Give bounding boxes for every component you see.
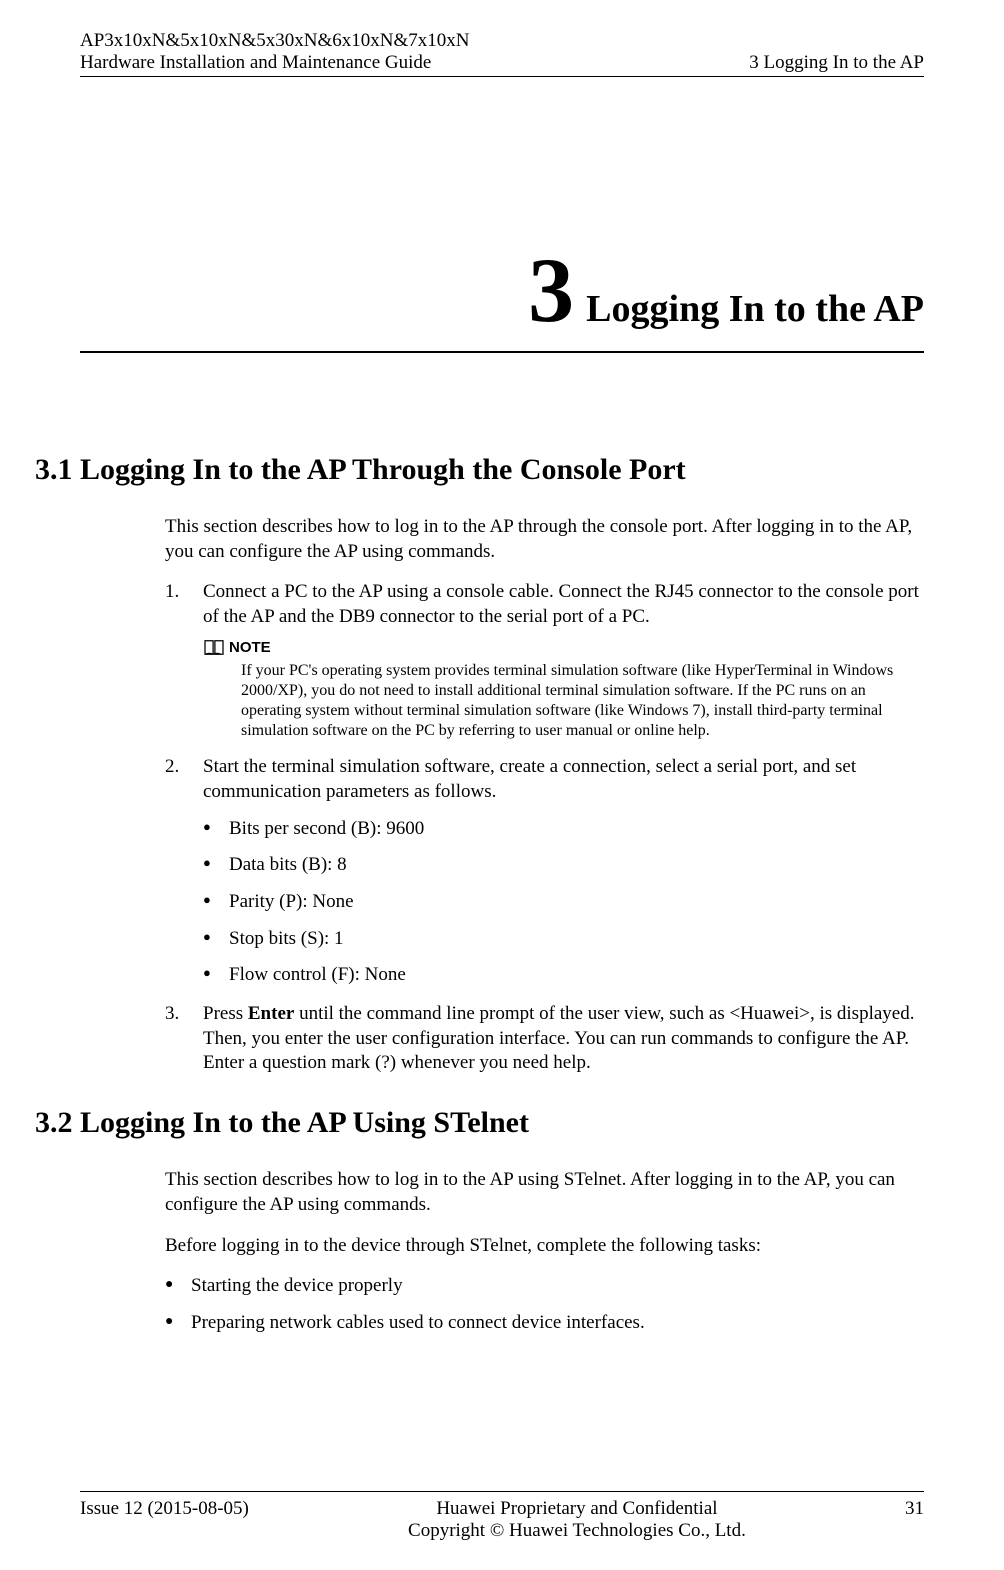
param-parity: Parity (P): None [203,890,924,915]
param-bits-per-second: Bits per second (B): 9600 [203,817,924,842]
note-row: NOTE [203,638,924,658]
header-left: AP3x10xN&5x10xN&5x30xN&6x10xN&7x10xN Har… [80,30,470,74]
step-2: 2. Start the terminal simulation softwar… [165,755,924,988]
step-3-number: 3. [165,1002,179,1027]
step-3-pre: Press [203,1003,248,1024]
step-3: 3. Press Enter until the command line pr… [165,1002,924,1076]
footer-center: Huawei Proprietary and Confidential Copy… [249,1498,905,1542]
section-3-1-steps: 1. Connect a PC to the AP using a consol… [165,580,924,1076]
param-flow-control: Flow control (F): None [203,963,924,988]
footer-copyright: Copyright © Huawei Technologies Co., Ltd… [249,1520,905,1542]
step-3-bold: Enter [248,1003,294,1024]
param-stop-bits: Stop bits (S): 1 [203,927,924,952]
section-3-1-body: This section describes how to log in to … [165,515,924,1076]
step-1-text: Connect a PC to the AP using a console c… [203,581,919,627]
pretask-2: Preparing network cables used to connect… [165,1311,924,1336]
chapter-title-text: Logging In to the AP [586,288,924,330]
note-label: NOTE [229,638,271,658]
footer-page-number: 31 [905,1498,924,1520]
chapter-title: 3 Logging In to the AP [80,237,924,353]
section-3-1-intro: This section describes how to log in to … [165,515,924,564]
note-book-icon [203,639,225,657]
header-product-line2: Hardware Installation and Maintenance Gu… [80,52,470,74]
section-3-2-pretasks: Before logging in to the device through … [165,1234,924,1259]
section-3-2-intro: This section describes how to log in to … [165,1168,924,1217]
footer-issue: Issue 12 (2015-08-05) [80,1498,249,1520]
section-3-2-body: This section describes how to log in to … [165,1168,924,1335]
section-3-2-heading: 3.2 Logging In to the AP Using STelnet [35,1106,924,1140]
page-footer: Issue 12 (2015-08-05) Huawei Proprietary… [80,1491,924,1542]
note-text: If your PC's operating system provides t… [241,661,924,741]
chapter-number: 3 [528,239,574,341]
pretasks-list: Starting the device properly Preparing n… [165,1274,924,1335]
step-3-post: until the command line prompt of the use… [203,1003,914,1073]
header-product-line1: AP3x10xN&5x10xN&5x30xN&6x10xN&7x10xN [80,30,470,52]
header-right: 3 Logging In to the AP [749,52,924,74]
step-1-number: 1. [165,580,179,605]
footer-proprietary: Huawei Proprietary and Confidential [249,1498,905,1520]
step-1: 1. Connect a PC to the AP using a consol… [165,580,924,741]
comm-params-list: Bits per second (B): 9600 Data bits (B):… [203,817,924,988]
pretask-1: Starting the device properly [165,1274,924,1299]
param-data-bits: Data bits (B): 8 [203,853,924,878]
step-2-number: 2. [165,755,179,780]
step-2-text: Start the terminal simulation software, … [203,756,856,802]
section-3-1-heading: 3.1 Logging In to the AP Through the Con… [35,453,924,487]
page-header: AP3x10xN&5x10xN&5x30xN&6x10xN&7x10xN Har… [80,30,924,77]
